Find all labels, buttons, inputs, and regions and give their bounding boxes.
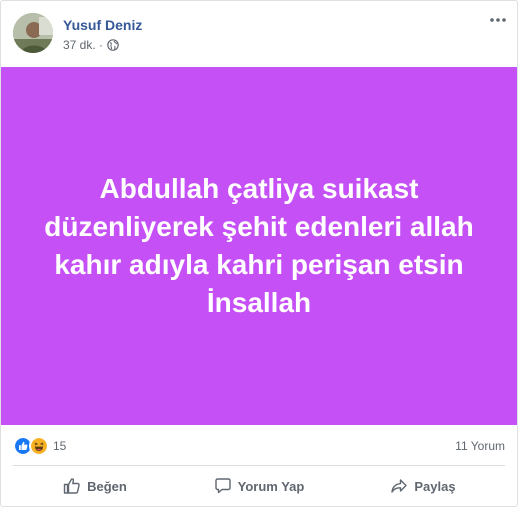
- post-meta: 37 dk. ·: [63, 38, 119, 52]
- share-button[interactable]: Paylaş: [341, 466, 505, 506]
- reactions-summary[interactable]: 15: [13, 436, 66, 456]
- avatar[interactable]: [13, 13, 53, 53]
- post-header: Yusuf Deniz 37 dk. ·: [1, 1, 517, 67]
- share-button-label: Paylaş: [414, 478, 456, 494]
- comments-count[interactable]: 11 Yorum: [455, 439, 505, 453]
- comment-button-label: Yorum Yap: [237, 478, 305, 494]
- comment-icon: [214, 478, 231, 494]
- post-stats: 15 11 Yorum: [1, 425, 517, 465]
- globe-icon[interactable]: [107, 39, 119, 51]
- post-timestamp[interactable]: 37 dk. ·: [63, 38, 103, 52]
- like-button[interactable]: Beğen: [13, 466, 177, 506]
- thumbs-up-icon: [63, 478, 80, 494]
- post-card: Yusuf Deniz 37 dk. · Abdullah çatliya su…: [0, 0, 518, 507]
- share-icon: [391, 479, 408, 493]
- author-name[interactable]: Yusuf Deniz: [63, 17, 142, 33]
- haha-icon: [29, 436, 49, 456]
- post-background: Abdullah çatliya suikast düzenliyerek şe…: [1, 67, 517, 425]
- post-actions: Beğen Yorum Yap Paylaş: [13, 466, 505, 506]
- like-button-label: Beğen: [87, 478, 127, 494]
- avatar-photo-icon: [13, 13, 53, 53]
- more-options-icon[interactable]: [489, 15, 507, 25]
- post-text: Abdullah çatliya suikast düzenliyerek şe…: [44, 173, 474, 318]
- reaction-count: 15: [53, 439, 67, 453]
- comment-button[interactable]: Yorum Yap: [177, 466, 341, 506]
